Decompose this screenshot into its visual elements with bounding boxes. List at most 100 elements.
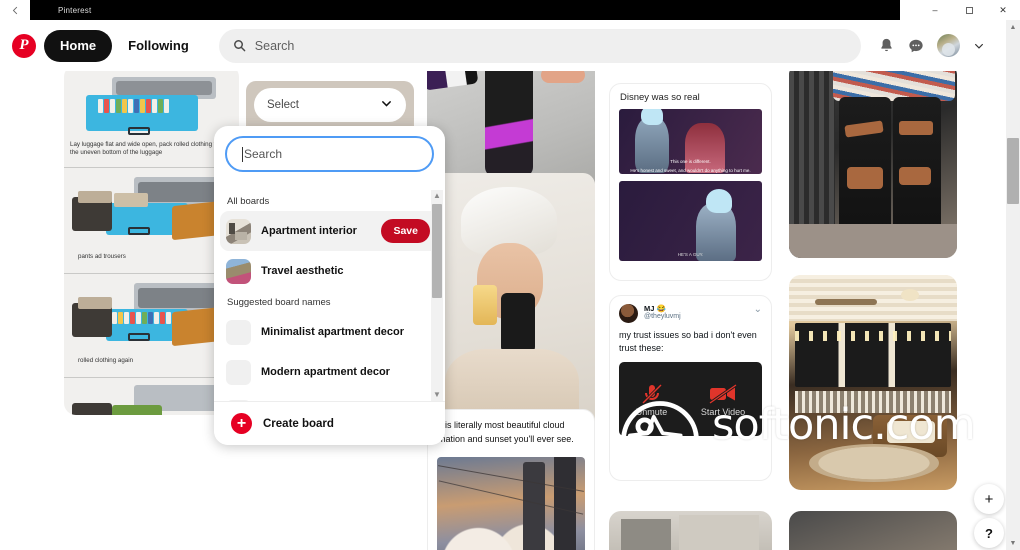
board-thumbnail-placeholder [226, 319, 251, 345]
pin-packing-luggage-guide[interactable]: Lay luggage flat and wide open, pack rol… [64, 71, 239, 415]
nav-following[interactable]: Following [112, 30, 205, 62]
nav-following-label: Following [128, 38, 189, 53]
page-scrollbar[interactable]: ▲ ▼ [1006, 20, 1020, 550]
browser-tab-title[interactable]: Pinterest [30, 6, 91, 15]
zoom-unmute-label: Unmute [635, 407, 668, 418]
browser-titlebar: Pinterest – ✕ [0, 0, 1020, 20]
suggested-board-name: Modern apartment decor [261, 366, 390, 378]
board-search-input[interactable] [244, 147, 417, 161]
scroll-down-arrow-icon[interactable]: ▼ [433, 389, 441, 401]
pin-cloud-sunset[interactable]: s is literally most beautiful cloud mati… [427, 409, 595, 550]
board-list-scroll-area[interactable]: All boards Apartment interior Save Trave… [214, 190, 445, 401]
cloud-photo [437, 457, 585, 550]
scrollbar-thumb[interactable] [432, 204, 442, 298]
mic-muted-icon [636, 381, 668, 407]
user-avatar[interactable] [937, 34, 960, 57]
add-fab[interactable]: + [974, 484, 1004, 514]
pin-ripped-jeans[interactable] [789, 71, 957, 258]
back-arrow-icon[interactable] [0, 0, 30, 20]
header-search-bar[interactable] [218, 28, 861, 63]
board-thumbnail [226, 258, 251, 284]
board-name: Travel aesthetic [261, 265, 344, 277]
tweet-text: my trust issues so bad i don't even trus… [619, 330, 757, 354]
text-caret [242, 146, 243, 162]
pin-porch-patio[interactable] [789, 275, 957, 490]
board-name: Apartment interior [261, 225, 357, 237]
tweet-author: MJ 😂 [644, 304, 666, 313]
page-scroll-down-icon[interactable]: ▼ [1006, 536, 1020, 550]
board-select-label: Select [267, 99, 299, 111]
pinterest-logo-icon[interactable]: P [12, 33, 36, 58]
chevron-down-icon [380, 97, 393, 113]
board-picker-modal: All boards Apartment interior Save Trave… [214, 126, 445, 445]
disney-caption-3: HE'S A GUY. [677, 252, 704, 257]
pin-caption: Lay luggage flat and wide open, pack rol… [70, 141, 227, 157]
board-thumbnail [226, 218, 251, 244]
zoom-controls-image: Unmute Start Video [619, 362, 762, 437]
plus-circle-icon: + [231, 413, 252, 434]
pin-bottom-right-partial[interactable] [789, 511, 957, 550]
disney-caption-1: This one is different. [670, 159, 711, 164]
suggested-board-row-retro-home-decor[interactable]: Retro home decor [214, 392, 445, 401]
porch-ceiling [789, 275, 957, 321]
scroll-up-arrow-icon[interactable]: ▲ [433, 190, 441, 202]
search-icon [233, 39, 246, 52]
pin-caption: rolled clothing again [78, 357, 134, 364]
suggested-board-row-modern-apartment-decor[interactable]: Modern apartment decor [214, 352, 445, 392]
page-scrollbar-thumb[interactable] [1007, 138, 1019, 204]
minimize-button[interactable]: – [918, 0, 952, 20]
pinterest-header: P Home Following [0, 20, 1006, 71]
create-board-label: Create board [263, 417, 334, 430]
help-fab[interactable]: ? [974, 518, 1004, 548]
board-row-travel-aesthetic[interactable]: Travel aesthetic [214, 251, 445, 291]
tweet-avatar [619, 304, 638, 323]
save-button[interactable]: Save [381, 219, 430, 243]
chevron-down-icon[interactable]: ⌄ [754, 304, 762, 315]
video-muted-icon [701, 381, 745, 407]
pin-text: s is literally most beautiful cloud mati… [438, 420, 574, 444]
board-thumbnail-placeholder [226, 359, 251, 385]
pin-title: Disney was so real [620, 92, 700, 103]
nav-home-label: Home [60, 38, 97, 53]
ceiling-fan [815, 299, 877, 305]
disney-frame-1: He's honest and sweet, and wouldn't do a… [619, 109, 762, 174]
suggested-board-row-minimalist-apartment-decor[interactable]: Minimalist apartment decor [214, 312, 445, 352]
suggested-boards-label: Suggested board names [227, 297, 331, 308]
maximize-button[interactable] [952, 0, 986, 20]
suggested-board-name: Minimalist apartment decor [261, 326, 405, 338]
search-input[interactable] [254, 38, 847, 53]
disney-frame-2: HE'S A GUY. [619, 181, 762, 261]
pin-twitter-meme[interactable]: MJ 😂 @theyluvmj ⌄ my trust issues so bad… [609, 295, 772, 481]
window-controls: – ✕ [900, 0, 1020, 20]
page-scroll-up-icon[interactable]: ▲ [1006, 20, 1020, 34]
pendant-light [901, 289, 919, 301]
string-lights [795, 331, 951, 341]
cushion [887, 421, 935, 443]
board-search-row [214, 126, 445, 179]
pin-feed: Lay luggage flat and wide open, pack rol… [0, 71, 1006, 550]
browser-tabstrip: Pinterest [30, 0, 1020, 20]
board-search-field[interactable] [225, 136, 434, 172]
board-row-apartment-interior[interactable]: Apartment interior Save [220, 211, 439, 251]
messages-icon[interactable] [901, 31, 931, 61]
pin-caption: pants ad trousers [78, 253, 126, 260]
chevron-down-icon[interactable] [964, 31, 994, 61]
nav-home[interactable]: Home [44, 29, 113, 62]
board-list-scrollbar[interactable]: ▲ ▼ [431, 190, 443, 401]
create-board-button[interactable]: + Create board [214, 401, 445, 445]
railing [795, 391, 951, 413]
drink [473, 285, 497, 325]
tweet-handle: @theyluvmj [644, 313, 681, 321]
pin-disney-meme[interactable]: Disney was so real He's honest and sweet… [609, 83, 772, 281]
phone [501, 293, 535, 353]
rug [809, 444, 939, 482]
select-control-wrapper: Select [246, 81, 414, 129]
close-button[interactable]: ✕ [986, 0, 1020, 20]
zoom-start-video-label: Start Video [700, 407, 746, 418]
notifications-icon[interactable] [871, 31, 901, 61]
tweet-header: MJ 😂 @theyluvmj ⌄ [610, 296, 771, 327]
all-boards-label: All boards [227, 196, 270, 207]
board-select-dropdown[interactable]: Select [254, 88, 406, 122]
pin-bottom-left-partial[interactable] [609, 511, 772, 550]
disney-caption-2: He's honest and sweet, and wouldn't do a… [630, 168, 751, 173]
